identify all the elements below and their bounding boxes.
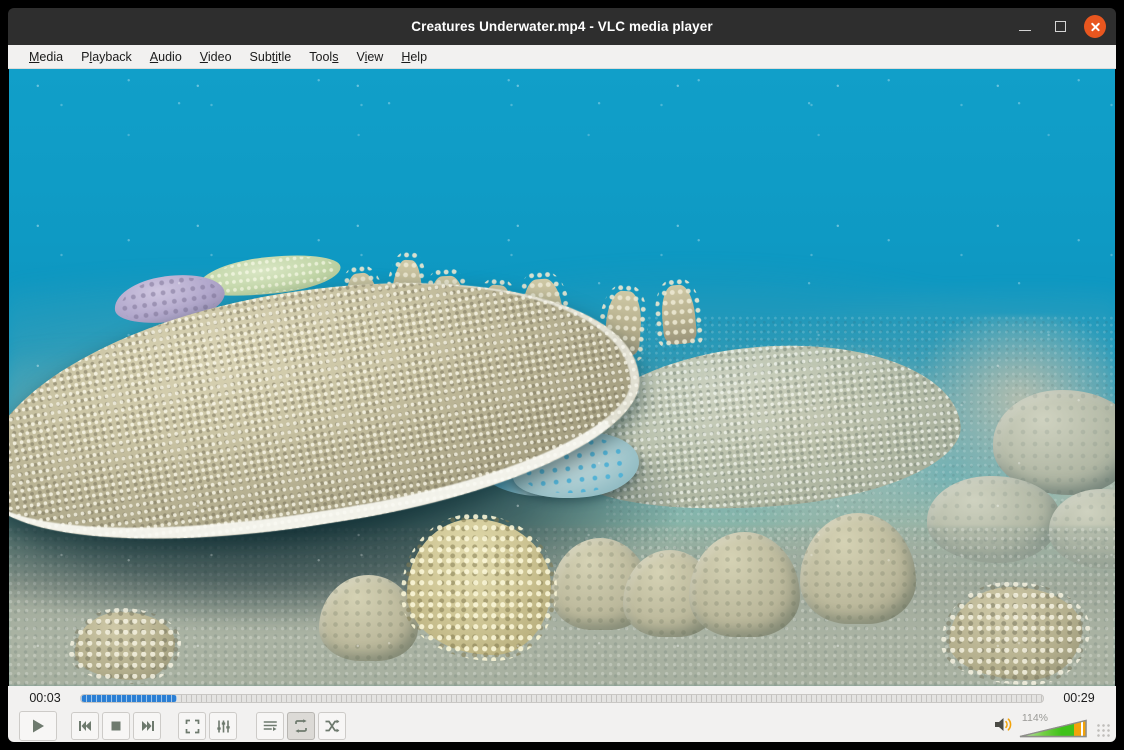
control-bar: 00:03 00:29 [8, 686, 1116, 742]
menu-label-post: edia [39, 50, 63, 64]
view-button-group [178, 712, 240, 740]
window-controls [1014, 8, 1106, 45]
total-time: 00:29 [1050, 691, 1108, 705]
menu-label-post: ew [367, 50, 383, 64]
playlist-button-group [256, 712, 349, 740]
menu-item-video[interactable]: Video [191, 48, 241, 66]
menu-label-pre: Sub [250, 50, 272, 64]
playlist-button[interactable] [256, 712, 284, 740]
vlc-window: Creatures Underwater.mp4 - VLC media pla… [0, 0, 1124, 750]
volume-control: 114% [994, 711, 1090, 741]
minimize-icon [1019, 30, 1031, 32]
play-button[interactable] [19, 711, 57, 741]
seek-slider[interactable] [80, 694, 1044, 703]
menu-label-post: udio [158, 50, 182, 64]
seek-progress-fill [81, 695, 177, 702]
mute-button[interactable] [994, 716, 1013, 738]
menu-label-mnemonic: M [29, 50, 39, 64]
water-particles [9, 69, 1115, 686]
resize-grip[interactable] [1096, 723, 1110, 737]
loop-button[interactable] [287, 712, 315, 740]
video-surface[interactable] [9, 69, 1115, 686]
close-button[interactable] [1084, 16, 1106, 38]
equalizer-button[interactable] [209, 712, 237, 740]
next-button[interactable] [133, 712, 161, 740]
menu-label-pre: Tool [309, 50, 332, 64]
menu-item-subtitle[interactable]: Subtitle [241, 48, 301, 66]
stop-button[interactable] [102, 712, 130, 740]
playback-buttons-row: 114% [8, 710, 1116, 742]
transport-button-group [71, 712, 164, 740]
menu-item-help[interactable]: Help [392, 48, 436, 66]
volume-slider[interactable] [1018, 718, 1090, 739]
close-icon [1084, 15, 1106, 38]
window-title: Creatures Underwater.mp4 - VLC media pla… [8, 19, 1116, 34]
menu-item-view[interactable]: View [347, 48, 392, 66]
title-bar[interactable]: Creatures Underwater.mp4 - VLC media pla… [8, 8, 1116, 45]
maximize-button[interactable] [1049, 16, 1071, 38]
menu-label-pre: V [356, 50, 364, 64]
menu-item-playback[interactable]: Playback [72, 48, 141, 66]
menu-bar: Media Playback Audio Video Subtitle Tool… [8, 45, 1116, 69]
menu-item-audio[interactable]: Audio [141, 48, 191, 66]
menu-label-mnemonic: A [150, 50, 158, 64]
fullscreen-button[interactable] [178, 712, 206, 740]
maximize-icon [1055, 21, 1066, 32]
menu-label-mnemonic: V [200, 50, 208, 64]
menu-label-post: tle [278, 50, 291, 64]
video-frame [9, 69, 1115, 686]
minimize-button[interactable] [1014, 16, 1036, 38]
menu-label-mnemonic: s [332, 50, 338, 64]
previous-button[interactable] [71, 712, 99, 740]
menu-item-media[interactable]: Media [20, 48, 72, 66]
elapsed-time: 00:03 [16, 691, 74, 705]
seek-row: 00:03 00:29 [8, 686, 1116, 710]
menu-label-mnemonic: H [401, 50, 410, 64]
menu-label-post: ideo [208, 50, 232, 64]
shuffle-button[interactable] [318, 712, 346, 740]
menu-label-post: elp [410, 50, 427, 64]
menu-item-tools[interactable]: Tools [300, 48, 347, 66]
menu-label-post: ayback [92, 50, 132, 64]
